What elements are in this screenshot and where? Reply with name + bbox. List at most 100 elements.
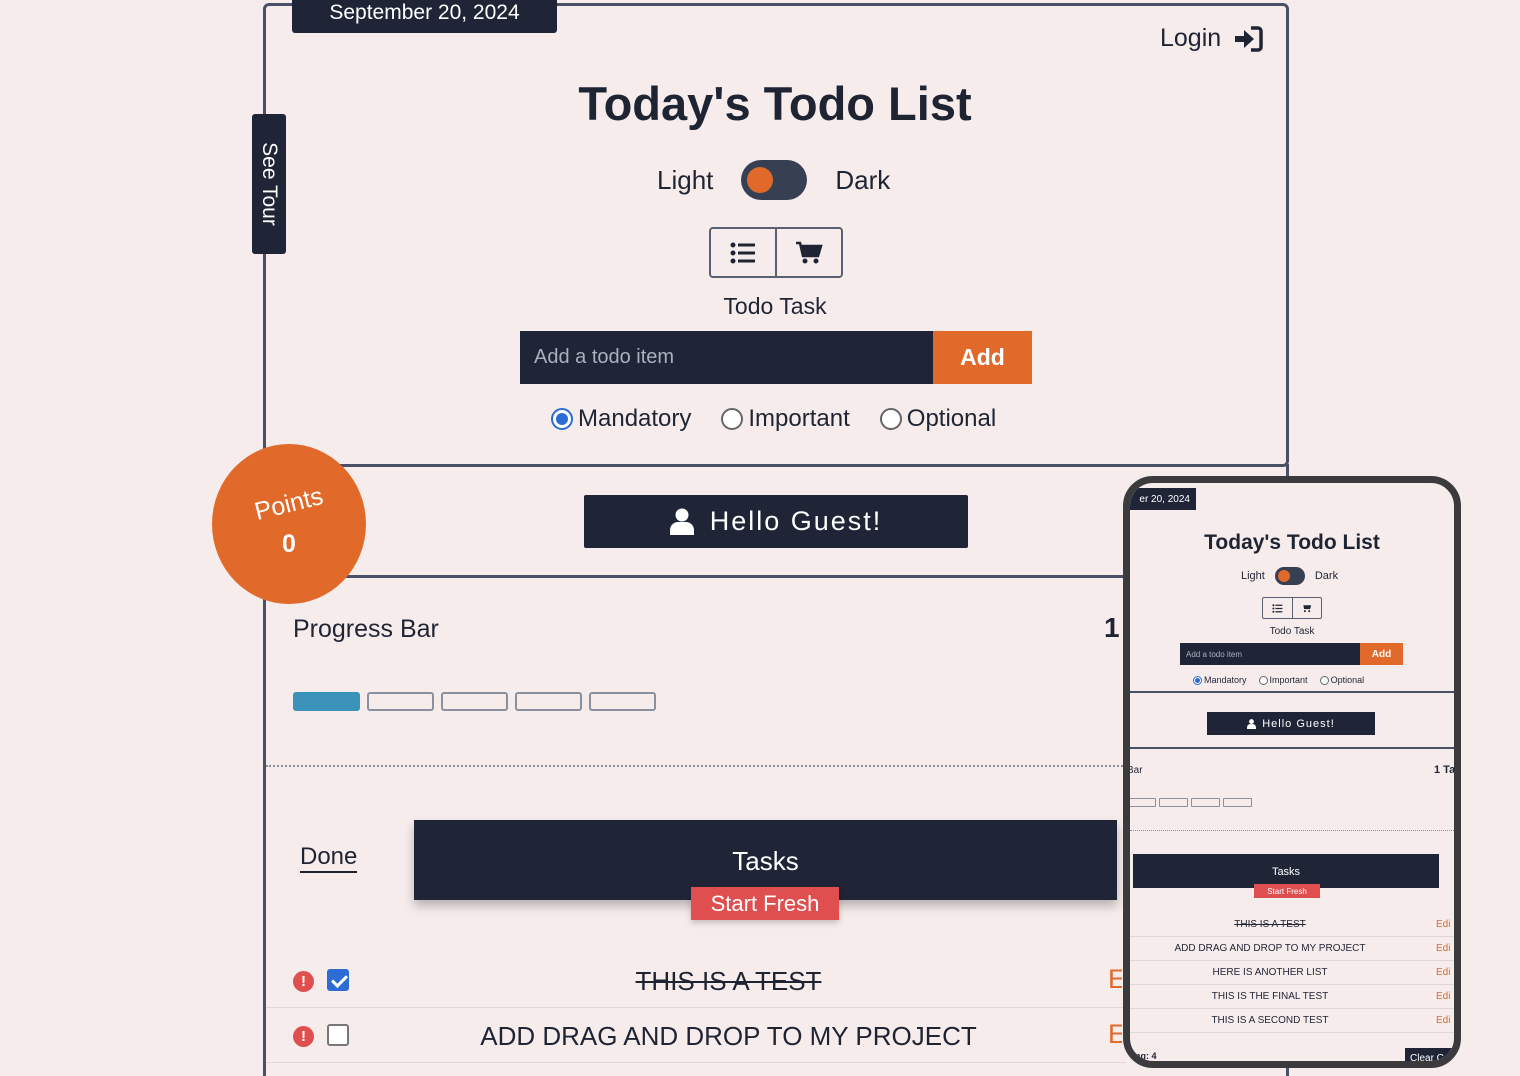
add-button[interactable]: Add — [933, 331, 1032, 384]
phone-task-row: ADD DRAG AND DROP TO MY PROJECT Edi — [1130, 937, 1454, 961]
mandatory-alert-icon: ! — [293, 971, 314, 992]
phone-task-text: ADD DRAG AND DROP TO MY PROJECT — [1174, 943, 1366, 954]
phone-radio-optional[interactable] — [1319, 675, 1329, 685]
phone-radio-important[interactable] — [1258, 675, 1268, 685]
radio-important[interactable] — [721, 408, 744, 430]
phone-task-row: HERE IS ANOTHER LIST Edi — [1130, 961, 1454, 985]
phone-clear-button[interactable]: Clear C — [1405, 1048, 1454, 1061]
greeting-banner: Hello Guest! — [584, 495, 968, 548]
progress-segments — [293, 692, 656, 711]
todo-input[interactable] — [520, 331, 934, 384]
progress-segment — [589, 692, 656, 711]
phone-todo-label: Todo Task — [1269, 626, 1315, 637]
progress-segment — [1159, 798, 1188, 807]
phone-priority-optional-label: Optional — [1330, 675, 1365, 685]
phone-priority-important[interactable]: Important — [1258, 675, 1308, 685]
phone-radio-mandatory[interactable] — [1193, 675, 1202, 685]
cart-icon — [1303, 605, 1312, 613]
radio-mandatory[interactable] — [551, 408, 573, 430]
progress-segment — [1223, 798, 1252, 807]
see-tour-button[interactable]: See Tour — [252, 114, 286, 254]
list-icon — [1272, 603, 1283, 613]
date-tab: September 20, 2024 — [292, 0, 557, 33]
phone-greeting-text: Hello Guest! — [1262, 717, 1335, 730]
phone-task-row: THIS IS A TEST Edi — [1130, 913, 1454, 937]
toggle-knob — [747, 167, 774, 193]
login-icon — [1235, 25, 1263, 52]
shopping-view-button[interactable] — [775, 229, 841, 276]
phone-priority-options: Mandatory Important Optional — [1193, 675, 1364, 685]
priority-optional[interactable]: Optional — [879, 405, 996, 433]
phone-start-fresh-button[interactable]: Start Fresh — [1254, 884, 1320, 898]
theme-light-label: Light — [657, 164, 714, 195]
priority-options: Mandatory Important Optional — [551, 405, 996, 433]
phone-shopping-view-button[interactable] — [1291, 598, 1322, 618]
phone-greeting-banner: Hello Guest! — [1207, 712, 1375, 735]
phone-theme-switcher: Light Dark — [1241, 567, 1338, 585]
phone-preview: er 20, 2024 Today's Todo List Light Dark — [1123, 476, 1461, 1068]
task-row: ! ADD DRAG AND DROP TO MY PROJECT E — [266, 1009, 1126, 1063]
progress-segment — [293, 692, 360, 711]
list-icon — [730, 242, 755, 263]
cart-icon — [796, 241, 823, 263]
edit-button[interactable]: E — [1108, 964, 1122, 995]
see-tour-label: See Tour — [258, 142, 282, 226]
phone-edit-button[interactable]: Edi — [1436, 1015, 1450, 1026]
dotted-divider — [266, 765, 1126, 767]
progress-count: 1 — [1104, 612, 1120, 643]
greeting-text: Hello Guest! — [709, 506, 883, 536]
phone-task-text: THIS IS A SECOND TEST — [1211, 1015, 1329, 1026]
task-checkbox[interactable] — [327, 1024, 349, 1046]
phone-priority-important-label: Important — [1269, 675, 1308, 685]
phone-edit-button[interactable]: Edi — [1436, 919, 1450, 930]
page-title: Today's Todo List — [578, 77, 972, 130]
phone-light-label: Light — [1241, 570, 1265, 582]
phone-theme-toggle[interactable] — [1274, 567, 1305, 585]
progress-segment — [1191, 798, 1220, 807]
phone-edit-button[interactable]: Edi — [1436, 967, 1450, 978]
phone-section-divider — [1130, 747, 1454, 749]
phone-priority-optional[interactable]: Optional — [1319, 675, 1365, 685]
phone-date-tab: er 20, 2024 — [1130, 488, 1196, 510]
phone-tasks-header: Tasks — [1133, 854, 1439, 888]
progress-segment — [515, 692, 582, 711]
phone-priority-mandatory[interactable]: Mandatory — [1193, 675, 1247, 685]
priority-mandatory[interactable]: Mandatory — [551, 405, 691, 433]
priority-important[interactable]: Important — [721, 405, 850, 433]
edit-button[interactable]: E — [1108, 1019, 1122, 1050]
phone-task-text: THIS IS A TEST — [1234, 919, 1306, 930]
task-checkbox[interactable] — [327, 969, 349, 991]
done-link[interactable]: Done — [300, 843, 358, 873]
task-row: ! THIS IS A TEST E — [266, 954, 1126, 1008]
phone-task-text: HERE IS ANOTHER LIST — [1212, 967, 1328, 978]
theme-dark-label: Dark — [835, 164, 891, 195]
phone-edit-button[interactable]: Edi — [1436, 943, 1450, 954]
priority-important-label: Important — [748, 405, 850, 432]
theme-toggle[interactable] — [741, 160, 808, 200]
progress-title: Progress Bar — [293, 615, 439, 643]
start-fresh-button[interactable]: Start Fresh — [691, 887, 839, 920]
login-label: Login — [1160, 24, 1222, 52]
phone-task-text: THIS IS THE FINAL TEST — [1211, 991, 1329, 1002]
phone-page-title: Today's Todo List — [1204, 531, 1380, 554]
login-button[interactable]: Login — [1160, 24, 1263, 53]
view-switch — [709, 227, 843, 278]
radio-optional[interactable] — [879, 408, 902, 430]
theme-switcher: Light Dark — [657, 160, 890, 200]
task-text: ADD DRAG AND DROP TO MY PROJECT — [480, 1021, 977, 1051]
phone-todo-input[interactable]: Add a todo item — [1180, 643, 1361, 665]
phone-dotted-divider — [1130, 830, 1454, 831]
phone-progress-segments — [1130, 798, 1252, 807]
phone-priority-mandatory-label: Mandatory — [1204, 675, 1247, 685]
priority-mandatory-label: Mandatory — [578, 405, 692, 432]
phone-task-row: THIS IS A SECOND TEST Edi — [1130, 1009, 1454, 1033]
list-view-button[interactable] — [711, 229, 775, 276]
progress-segment — [1130, 798, 1156, 807]
phone-edit-button[interactable]: Edi — [1436, 991, 1450, 1002]
user-icon — [1247, 718, 1257, 729]
phone-add-button[interactable]: Add — [1360, 643, 1403, 665]
phone-view-switch — [1262, 597, 1322, 619]
points-badge: Points 0 — [212, 444, 366, 604]
phone-list-view-button[interactable] — [1263, 598, 1292, 618]
points-value: 0 — [282, 530, 296, 558]
